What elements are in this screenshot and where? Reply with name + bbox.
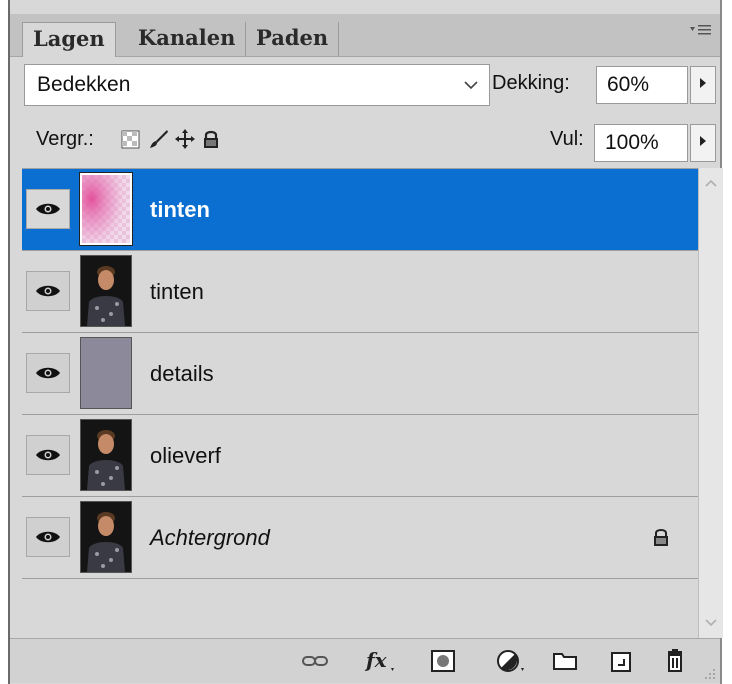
layer-name: olieverf (150, 443, 221, 468)
blend-mode-select[interactable]: Bedekken (24, 64, 490, 106)
layer-row-tinten-selected[interactable]: tinten (22, 169, 698, 251)
visibility-toggle[interactable] (26, 189, 70, 229)
layer-thumbnail[interactable] (79, 172, 133, 246)
tab-paths[interactable]: Paden (246, 22, 340, 56)
panel-menu-icon[interactable] (690, 24, 712, 40)
layer-list: tinten tinten details olieverf Achtergro… (22, 168, 698, 639)
opacity-input[interactable]: 60% (596, 66, 688, 104)
blend-mode-value: Bedekken (37, 73, 131, 96)
tab-layers[interactable]: Lagen (22, 22, 116, 57)
fill-input[interactable]: 100% (594, 124, 688, 162)
lock-pixels-icon[interactable] (148, 128, 170, 152)
chevron-down-icon (463, 65, 479, 105)
new-group-icon[interactable] (550, 647, 580, 675)
visibility-toggle[interactable] (26, 517, 70, 557)
eye-icon (36, 285, 60, 297)
lock-icon (654, 529, 668, 546)
tab-channels[interactable]: Kanalen (128, 22, 247, 56)
scroll-up-icon[interactable] (699, 176, 723, 192)
adjustment-layer-icon[interactable] (494, 647, 524, 675)
tab-bar: Lagen Kanalen Paden (10, 14, 720, 57)
fill-label: Vul: (550, 128, 584, 150)
lock-label: Vergr.: (36, 128, 94, 150)
layer-row-olieverf[interactable]: olieverf (22, 415, 698, 497)
eye-icon (36, 531, 60, 543)
layer-name: Achtergrond (150, 525, 270, 550)
visibility-toggle[interactable] (26, 353, 70, 393)
bottom-toolbar: fx (10, 638, 720, 683)
layer-row-details[interactable]: details (22, 333, 698, 415)
scroll-down-icon[interactable] (699, 616, 723, 632)
lock-transparency-icon[interactable] (120, 128, 142, 152)
eye-icon (36, 367, 60, 379)
lock-all-icon[interactable] (200, 128, 222, 152)
opacity-label: Dekking: (492, 72, 570, 94)
layer-name: tinten (150, 197, 210, 222)
scrollbar[interactable] (698, 168, 723, 638)
layer-thumbnail[interactable] (80, 337, 132, 409)
layer-row-achtergrond[interactable]: Achtergrond (22, 497, 698, 579)
visibility-toggle[interactable] (26, 435, 70, 475)
layer-row-tinten[interactable]: tinten (22, 251, 698, 333)
visibility-toggle[interactable] (26, 271, 70, 311)
fill-slider-button[interactable] (690, 124, 716, 162)
link-layers-icon[interactable] (300, 647, 330, 675)
layer-thumbnail[interactable] (80, 255, 132, 327)
new-layer-icon[interactable] (606, 647, 636, 675)
layer-name: details (150, 361, 214, 386)
layers-panel: Lagen Kanalen Paden Bedekken Dekking: 60… (8, 0, 723, 684)
eye-icon (36, 449, 60, 461)
eye-icon (36, 203, 60, 215)
resize-grip-icon[interactable] (702, 665, 716, 679)
trash-icon[interactable] (660, 647, 690, 675)
fx-icon[interactable]: fx (364, 647, 394, 675)
layer-thumbnail[interactable] (80, 419, 132, 491)
lock-position-icon[interactable] (174, 128, 196, 152)
layer-thumbnail[interactable] (80, 501, 132, 573)
opacity-slider-button[interactable] (690, 66, 716, 104)
svg-text:fx: fx (364, 648, 388, 672)
layer-mask-icon[interactable] (428, 647, 458, 675)
layer-name: tinten (150, 279, 204, 304)
